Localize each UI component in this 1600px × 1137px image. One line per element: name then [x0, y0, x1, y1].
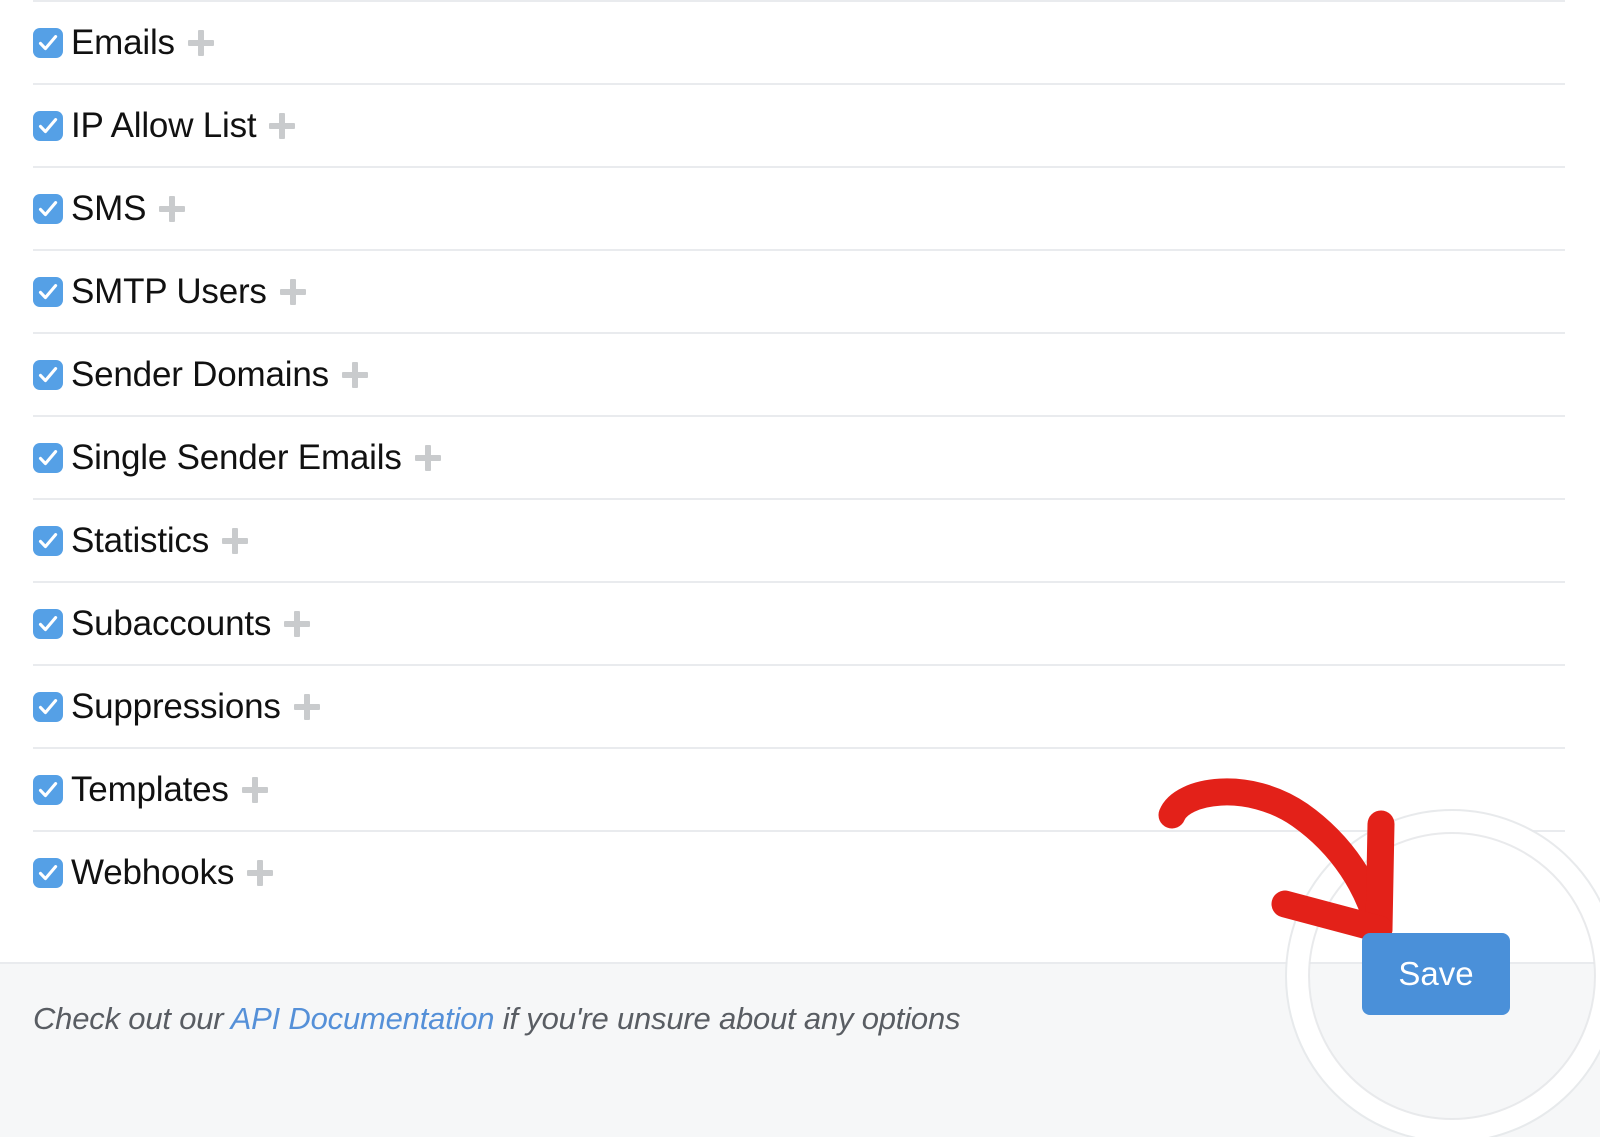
check-icon	[38, 698, 58, 714]
permissions-list: Emails IP Allow List SMS SMTP Users Sender D…	[0, 0, 1600, 913]
plus-icon[interactable]	[293, 693, 320, 720]
permission-label: Emails	[71, 23, 175, 62]
permission-label: Statistics	[71, 521, 210, 560]
permission-checkbox-subaccounts[interactable]	[33, 608, 63, 639]
permission-label: Webhooks	[71, 853, 235, 892]
permission-row[interactable]: Statistics	[33, 498, 1565, 581]
permission-row[interactable]: Templates	[33, 747, 1565, 830]
permission-label: SMTP Users	[71, 272, 267, 311]
check-icon	[38, 34, 58, 50]
plus-icon[interactable]	[241, 776, 268, 803]
permission-row[interactable]: Webhooks	[33, 830, 1565, 913]
plus-icon[interactable]	[279, 278, 306, 305]
plus-icon[interactable]	[247, 859, 274, 886]
permission-checkbox-suppressions[interactable]	[33, 691, 63, 722]
check-icon	[38, 864, 58, 880]
permission-row[interactable]: Suppressions	[33, 664, 1565, 747]
permission-row[interactable]: Sender Domains	[33, 332, 1565, 415]
check-icon	[38, 366, 58, 382]
check-icon	[38, 283, 58, 299]
permission-checkbox-smtp-users[interactable]	[33, 276, 63, 307]
permission-checkbox-statistics[interactable]	[33, 525, 63, 556]
permission-row[interactable]: Subaccounts	[33, 581, 1565, 664]
permission-checkbox-sms[interactable]	[33, 193, 63, 224]
permission-checkbox-webhooks[interactable]	[33, 857, 63, 888]
permission-checkbox-single-sender-emails[interactable]	[33, 442, 63, 473]
permission-label: Sender Domains	[71, 355, 329, 394]
permission-label: Subaccounts	[71, 604, 272, 643]
plus-icon[interactable]	[222, 527, 249, 554]
permission-checkbox-emails[interactable]	[33, 27, 63, 58]
permission-checkbox-sender-domains[interactable]	[33, 359, 63, 390]
check-icon	[38, 781, 58, 797]
permission-row[interactable]: IP Allow List	[33, 83, 1565, 166]
api-docs-note-suffix: if you're unsure about any options	[494, 1001, 961, 1036]
check-icon	[38, 615, 58, 631]
check-icon	[38, 532, 58, 548]
permission-label: Single Sender Emails	[71, 438, 402, 477]
permissions-panel: Emails IP Allow List SMS SMTP Users Sender D…	[0, 0, 1600, 1137]
permission-row[interactable]: SMTP Users	[33, 249, 1565, 332]
permission-checkbox-templates[interactable]	[33, 774, 63, 805]
panel-footer: Check out our API Documentation if you'r…	[0, 962, 1600, 1137]
permission-label: Suppressions	[71, 687, 281, 726]
check-icon	[38, 117, 58, 133]
permission-row[interactable]: Single Sender Emails	[33, 415, 1565, 498]
plus-icon[interactable]	[269, 112, 296, 139]
plus-icon[interactable]	[414, 444, 441, 471]
permission-label: Templates	[71, 770, 229, 809]
permission-label: IP Allow List	[71, 106, 257, 145]
api-docs-note-prefix: Check out our	[33, 1001, 231, 1036]
permission-row[interactable]: Emails	[33, 0, 1565, 83]
save-button[interactable]: Save	[1362, 933, 1510, 1015]
permission-row[interactable]: SMS	[33, 166, 1565, 249]
api-docs-note: Check out our API Documentation if you'r…	[33, 1001, 960, 1037]
plus-icon[interactable]	[187, 29, 214, 56]
plus-icon[interactable]	[284, 610, 311, 637]
plus-icon[interactable]	[341, 361, 368, 388]
plus-icon[interactable]	[159, 195, 186, 222]
check-icon	[38, 200, 58, 216]
check-icon	[38, 449, 58, 465]
api-documentation-link[interactable]: API Documentation	[231, 1001, 495, 1036]
permission-checkbox-ip-allow-list[interactable]	[33, 110, 63, 141]
permission-label: SMS	[71, 189, 147, 228]
